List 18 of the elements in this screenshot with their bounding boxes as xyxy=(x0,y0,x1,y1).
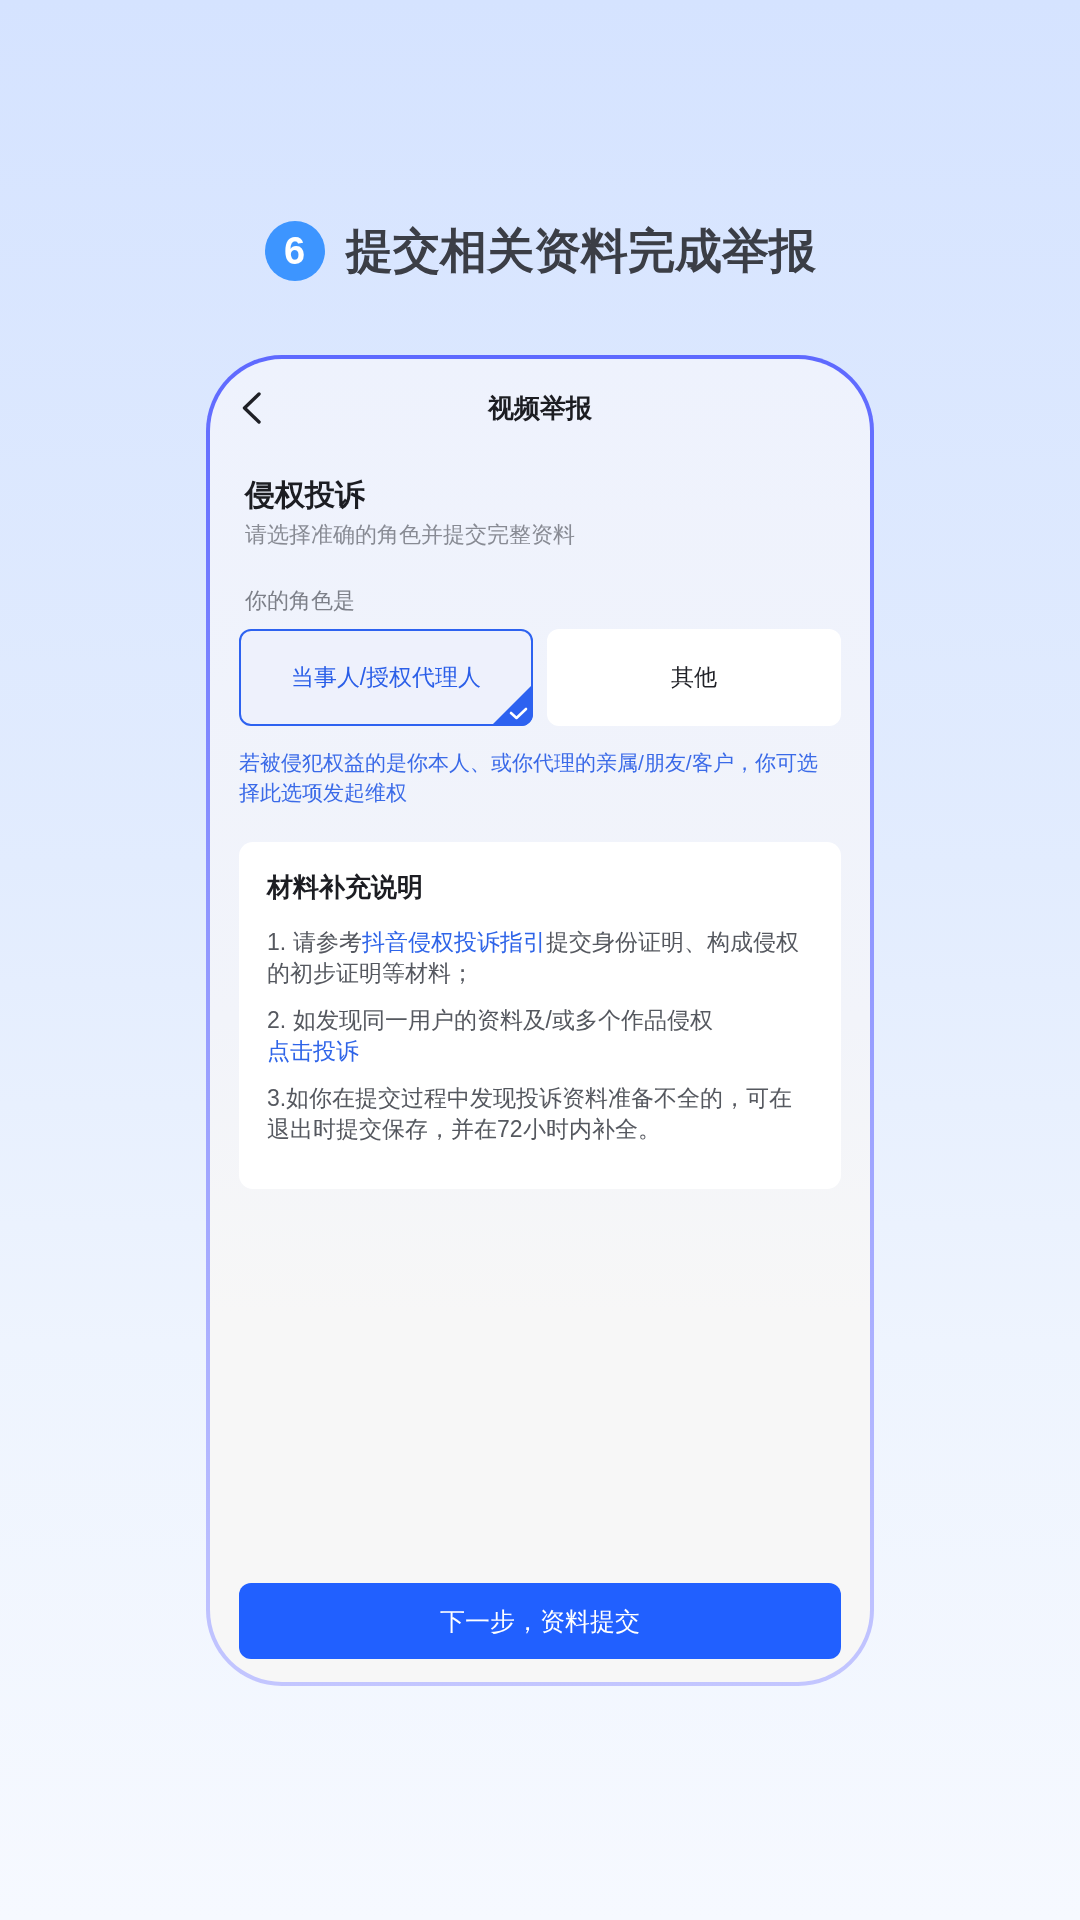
role-option[interactable]: 当事人/授权代理人 xyxy=(239,629,533,726)
note-item: 3.如你在提交过程中发现投诉资料准备不全的，可在退出时提交保存，并在72小时内补全。 xyxy=(267,1084,794,1144)
role-option[interactable]: 其他 xyxy=(547,629,841,726)
step-badge: 6 xyxy=(264,221,325,281)
page-heading: 提交相关资料完成举报 xyxy=(345,223,816,279)
submit-button[interactable]: 下一步，资料提交 xyxy=(239,1583,841,1659)
role-label: 你的角色是 xyxy=(244,588,356,614)
role-hint: 若被侵犯权益的是你本人、或你代理的亲属/朋友/客户，你可选择此选项发起维权 xyxy=(239,750,819,806)
section-subtitle: 请选择准确的角色并提交完整资料 xyxy=(244,522,576,548)
note-item: 2. 如发现同一用户的资料及/或多个作品侵权 点击投诉 xyxy=(267,1006,714,1066)
text-link[interactable]: 点击投诉 xyxy=(267,1038,359,1064)
back-icon[interactable] xyxy=(241,392,261,424)
text-link[interactable]: 抖音侵权投诉指引 xyxy=(361,929,546,955)
check-icon xyxy=(491,684,533,726)
section-title: 侵权投诉 xyxy=(243,477,366,513)
screen-title: 视频举报 xyxy=(488,391,592,425)
notes-title: 材料补充说明 xyxy=(267,872,424,902)
note-item: 1. 请参考抖音侵权投诉指引 提交身份证明、构成侵权的初步证明等材料； xyxy=(267,928,800,988)
